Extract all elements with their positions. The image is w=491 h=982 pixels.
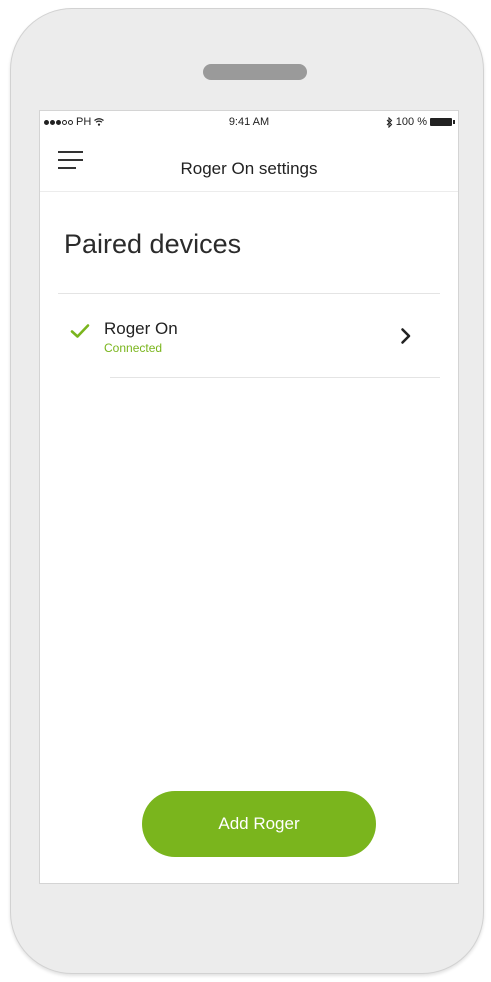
check-icon <box>70 324 90 338</box>
nav-title: Roger On settings <box>180 159 318 178</box>
divider <box>110 377 440 378</box>
app-screen: PH 9:41 AM 100 % Roger On settings Paire… <box>39 110 459 884</box>
battery-percent: 100 % <box>395 116 427 128</box>
navigation-bar: Roger On settings <box>40 133 458 192</box>
device-status: Connected <box>104 341 163 355</box>
speaker-grille <box>203 64 307 80</box>
device-name: Roger On <box>104 319 178 338</box>
status-right: 100 % <box>386 116 455 128</box>
status-bar: PH 9:41 AM 100 % <box>40 111 458 131</box>
chevron-right-icon <box>401 328 411 344</box>
device-row-roger-on[interactable]: Roger On Connected <box>58 301 440 377</box>
page-heading: Paired devices <box>64 229 242 259</box>
phone-frame: PH 9:41 AM 100 % Roger On settings Paire… <box>10 8 484 974</box>
battery-icon <box>430 118 455 126</box>
bluetooth-icon <box>386 116 393 128</box>
add-roger-button[interactable]: Add Roger <box>142 791 376 857</box>
divider <box>58 293 440 294</box>
